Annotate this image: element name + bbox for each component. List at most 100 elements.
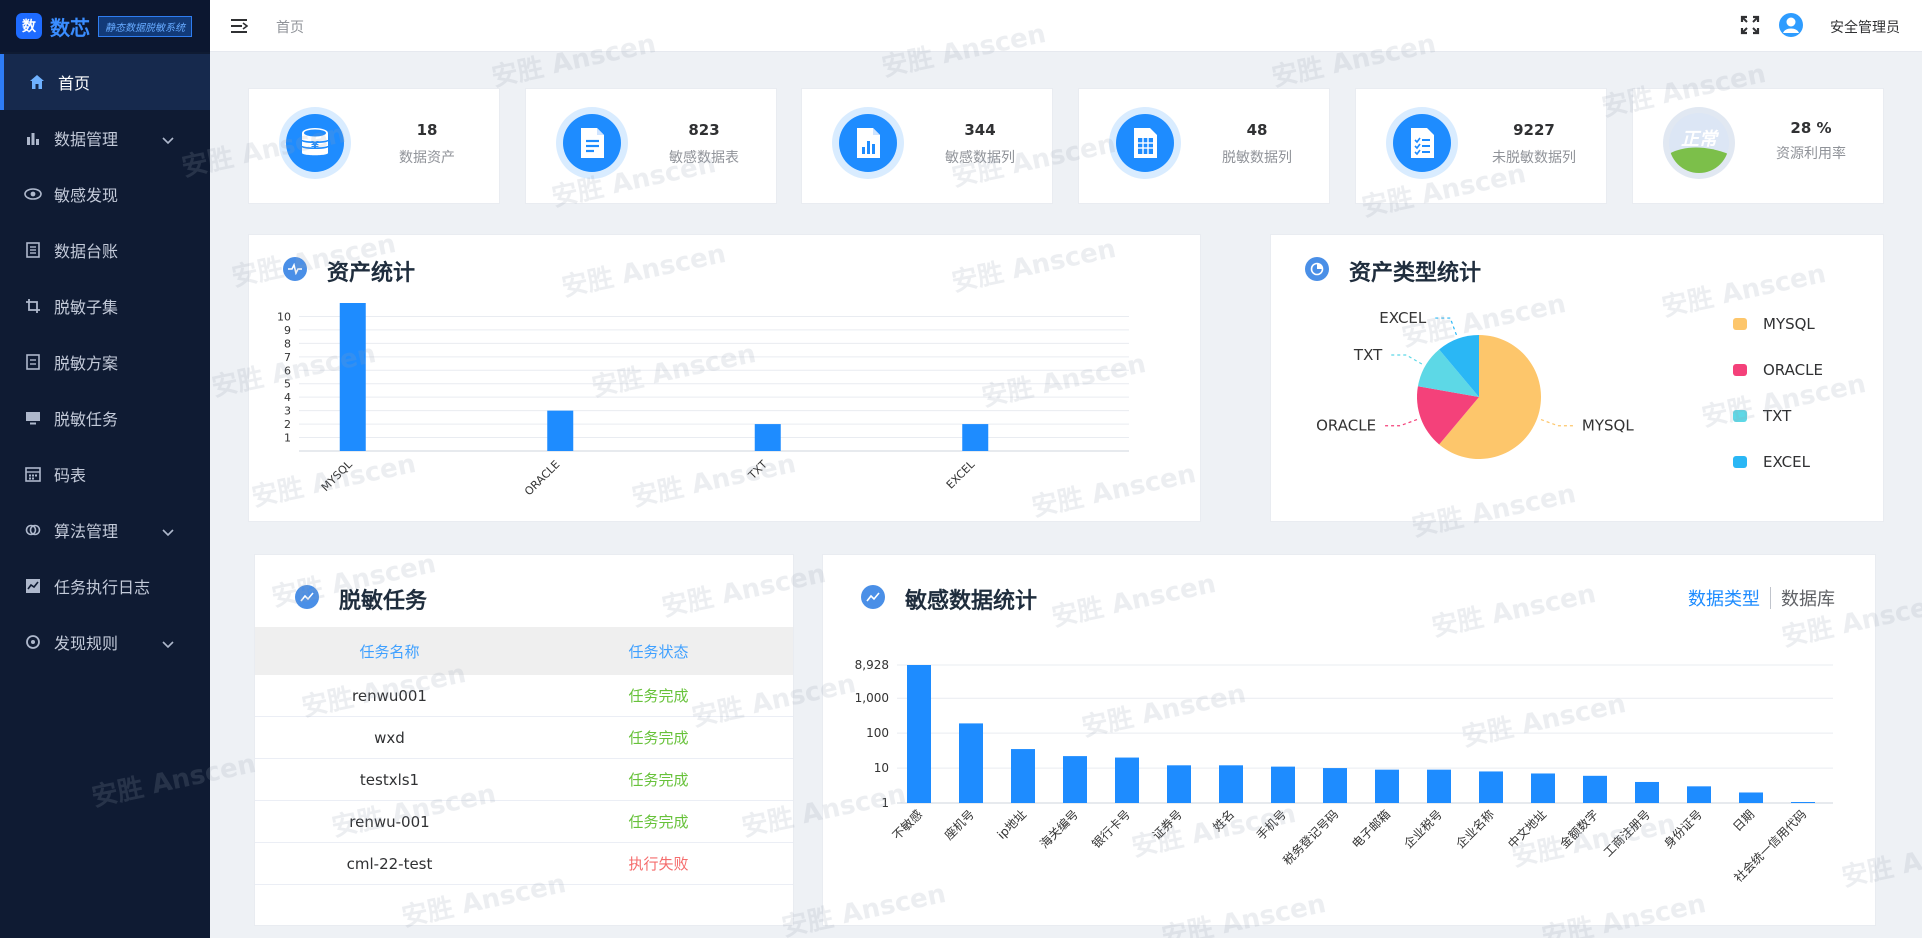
stat-value: 18 — [416, 121, 438, 139]
pie-label: ORACLE — [1316, 417, 1376, 435]
avatar-icon[interactable] — [1778, 12, 1804, 42]
stat-card-sensitive-columns[interactable]: 344 敏感数据列 — [801, 88, 1053, 204]
asset-type-pie-chart: MYSQL ORACLE TXT EXCEL — [1316, 309, 1634, 459]
status-badge: 正常 — [1681, 129, 1717, 150]
sidebar-item-label: 脱敏子集 — [54, 298, 119, 317]
stat-card-resource-usage[interactable]: 正常 28 % 资源利用率 — [1632, 88, 1884, 204]
table-header: 任务名称 任务状态 — [255, 627, 793, 675]
y-tick-label: 8 — [284, 337, 291, 350]
sidebar-item-label: 码表 — [54, 466, 87, 485]
masking-task-title: 脱敏任务 — [339, 589, 428, 614]
sidebar-item-data-management[interactable]: 数据管理 — [0, 110, 210, 166]
x-tick-label: 身份证号 — [1661, 807, 1706, 852]
app-name: 数芯 — [50, 15, 90, 40]
table-row[interactable]: cml-22-test 执行失败 — [255, 843, 793, 885]
legend-item[interactable]: MYSQL — [1733, 315, 1815, 333]
x-tick-label: ORACLE — [522, 458, 562, 498]
x-tick-label: 中文地址 — [1505, 807, 1550, 852]
x-tick-label: MYSQL — [319, 457, 356, 494]
sidebar-item-masking-subset[interactable]: 脱敏子集 — [0, 278, 210, 334]
legend-label: ORACLE — [1763, 361, 1823, 379]
user-name[interactable]: 安全管理员 — [1830, 17, 1900, 37]
breadcrumb[interactable]: 首页 — [276, 17, 304, 37]
task-status: 任务完成 — [628, 729, 689, 747]
bar — [1167, 765, 1191, 803]
asset-stats-card: 资产统计 1 2 3 4 5 6 7 8 9 10 MYSQL ORACLE TXT EXCEL — [248, 234, 1201, 522]
chevron-down-icon — [162, 522, 174, 541]
stat-label: 敏感数据表 — [669, 150, 739, 166]
x-tick-label: 手机号 — [1254, 807, 1289, 842]
trend-icon — [295, 585, 319, 609]
crop-icon — [24, 297, 42, 315]
legend-item[interactable]: EXCEL — [1733, 453, 1810, 471]
table-row[interactable]: testxls1 任务完成 — [255, 759, 793, 801]
y-tick-label: 10 — [874, 761, 889, 775]
task-table: 任务名称 任务状态 renwu001 任务完成 wxd 任务完成 testxls… — [255, 627, 793, 885]
x-tick-label: ip地址 — [995, 807, 1030, 842]
bar — [1375, 769, 1399, 803]
legend-item[interactable]: TXT — [1733, 407, 1791, 425]
table-row[interactable]: wxd 任务完成 — [255, 717, 793, 759]
column-header-task-name[interactable]: 任务名称 — [255, 641, 524, 662]
sidebar-item-home[interactable]: 首页 — [0, 54, 210, 110]
sidebar-item-discovery-rules[interactable]: 发现规则 — [0, 614, 210, 670]
bar — [1323, 768, 1347, 803]
stat-card-data-assets[interactable]: ¥ 18 数据资产 — [248, 88, 500, 204]
stat-value: 344 — [964, 121, 996, 139]
stat-label: 敏感数据列 — [945, 150, 1015, 166]
stat-label: 未脱敏数据列 — [1492, 150, 1576, 166]
stat-value: 823 — [688, 121, 720, 139]
fullscreen-icon[interactable] — [1740, 15, 1760, 39]
menu-toggle-icon[interactable] — [230, 18, 249, 38]
header-actions: 安全管理员 — [1740, 12, 1900, 42]
stat-value: 9227 — [1513, 121, 1555, 139]
bar — [1479, 771, 1503, 803]
table-row[interactable]: renwu001 任务完成 — [255, 675, 793, 717]
x-tick-label: 银行卡号 — [1089, 807, 1133, 851]
bar — [339, 303, 366, 451]
stat-card-masked-columns[interactable]: 48 脱敏数据列 — [1078, 88, 1330, 204]
stat-card-sensitive-tables[interactable]: 823 敏感数据表 — [525, 88, 777, 204]
task-name: cml-22-test — [346, 854, 433, 873]
task-name: wxd — [374, 728, 405, 747]
sidebar-item-masking-plan[interactable]: 脱敏方案 — [0, 334, 210, 390]
chevron-down-icon — [162, 634, 174, 653]
chevron-down-icon — [162, 130, 174, 149]
pie-label-line — [1382, 419, 1418, 427]
y-tick-label: 4 — [284, 391, 291, 404]
document-icon — [24, 353, 42, 371]
pie-label-line — [1432, 317, 1457, 336]
database-coin-icon: ¥ — [279, 107, 351, 179]
status-normal-icon: 正常 — [1663, 107, 1735, 179]
x-tick-label: 不敏感 — [889, 807, 925, 843]
home-icon — [28, 73, 46, 91]
sidebar-item-data-ledger[interactable]: 数据台账 — [0, 222, 210, 278]
x-tick-label: EXCEL — [944, 457, 978, 491]
pie-label-line — [1388, 354, 1423, 365]
sidebar-item-label: 任务执行日志 — [54, 578, 151, 597]
y-tick-label: 5 — [284, 378, 291, 391]
sidebar-item-task-log[interactable]: 任务执行日志 — [0, 558, 210, 614]
logo[interactable]: 数 数芯 静态数据脱敏系统 — [0, 0, 210, 52]
asset-type-card: 资产类型统计 MYSQL ORACLE TXT EXCEL MYSQL ORACLE … — [1270, 234, 1884, 522]
sidebar-item-sensitive-discovery[interactable]: 敏感发现 — [0, 166, 210, 222]
y-tick-label: 1 — [284, 432, 291, 445]
sidebar: 数 数芯 静态数据脱敏系统 首页 数据管理 敏感发现 数据台账 脱敏子集 脱敏方… — [0, 0, 210, 938]
stat-card-unmasked-columns[interactable]: 9227 未脱敏数据列 — [1355, 88, 1607, 204]
bar — [959, 723, 983, 803]
column-header-task-status[interactable]: 任务状态 — [524, 641, 793, 662]
legend-swatch — [1733, 364, 1747, 376]
sidebar-item-algorithm-management[interactable]: 算法管理 — [0, 502, 210, 558]
sidebar-item-code-table[interactable]: 码表 — [0, 446, 210, 502]
legend-item[interactable]: ORACLE — [1733, 361, 1823, 379]
bar — [1635, 781, 1659, 803]
pie-label: TXT — [1353, 346, 1383, 364]
legend-swatch — [1733, 456, 1747, 468]
calendar-icon — [24, 465, 42, 483]
bar — [1687, 786, 1711, 803]
legend-label: EXCEL — [1763, 453, 1810, 471]
rule-icon — [24, 633, 42, 651]
table-row[interactable]: renwu-001 任务完成 — [255, 801, 793, 843]
spreadsheet-icon — [1109, 107, 1181, 179]
sidebar-item-masking-task[interactable]: 脱敏任务 — [0, 390, 210, 446]
